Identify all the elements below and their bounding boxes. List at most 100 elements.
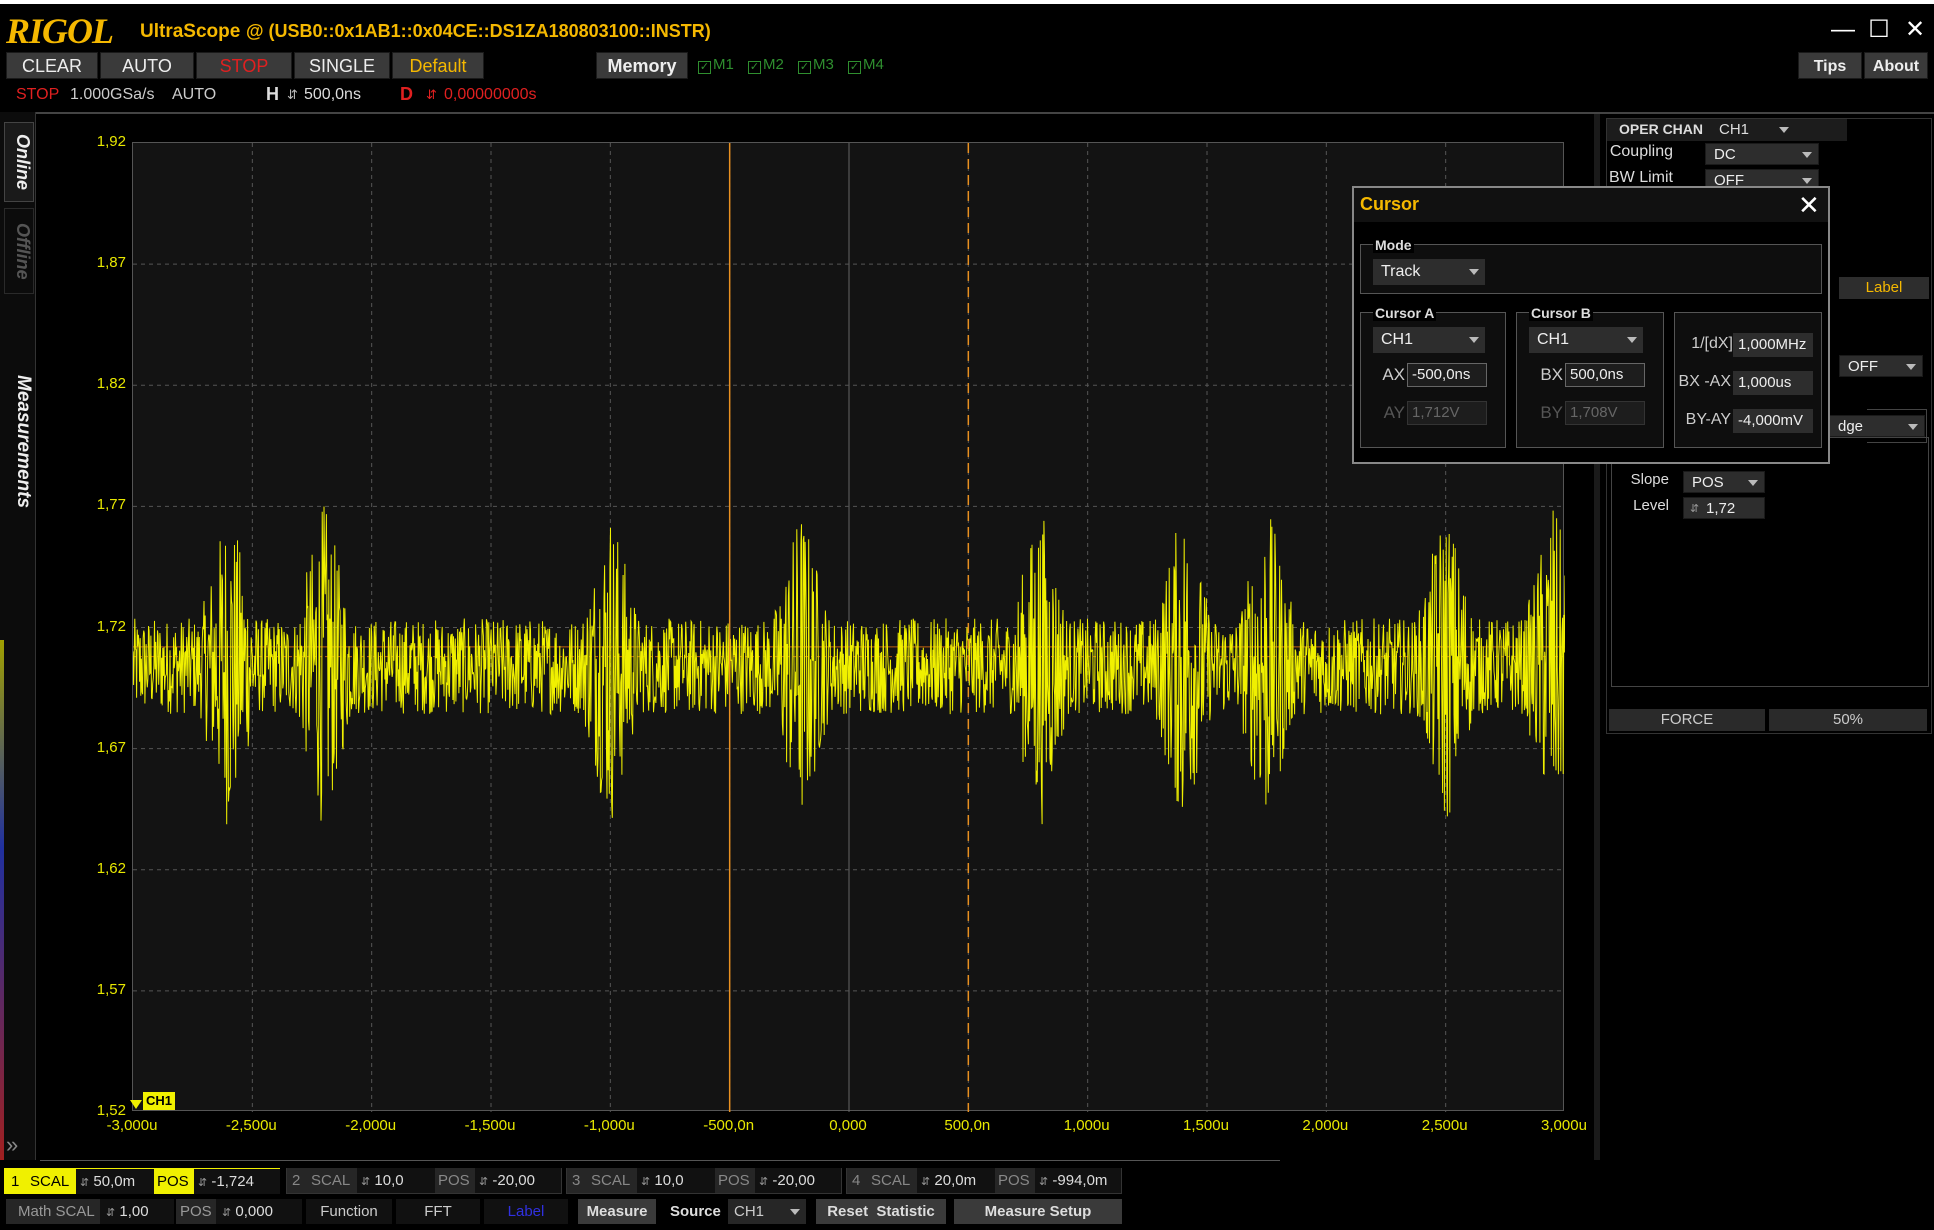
clear-button[interactable]: CLEAR — [6, 52, 98, 79]
about-button[interactable]: About — [1864, 52, 1928, 79]
scal-label: SCAL — [867, 1168, 917, 1193]
stop-button[interactable]: STOP — [196, 52, 292, 79]
delta-group: 1/[dX] 1,000MHz BX -AX 1,000us BY-AY -4,… — [1674, 312, 1822, 448]
scal-input[interactable]: ⇵ 20,0m — [917, 1168, 995, 1193]
coupling-select[interactable]: DC — [1705, 143, 1819, 165]
pos-input[interactable]: ⇵ -20,00 — [475, 1168, 561, 1193]
tips-button[interactable]: Tips — [1798, 52, 1862, 79]
off-select[interactable]: OFF — [1839, 355, 1923, 377]
minimize-icon[interactable]: — — [1828, 16, 1858, 44]
bx-input[interactable]: 500,0ns — [1565, 363, 1645, 387]
cursor-dialog-title: Cursor — [1360, 194, 1420, 214]
mode-label: Mode — [1373, 237, 1414, 253]
scal-input[interactable]: ⇵ 50,0m — [76, 1169, 154, 1194]
mode-select[interactable]: Track — [1373, 259, 1485, 285]
function-button[interactable]: Function — [306, 1199, 392, 1224]
pos-input[interactable]: ⇵ -1,724 — [194, 1169, 280, 1194]
auto-button[interactable]: AUTO — [100, 52, 194, 79]
d-value[interactable]: 0,00000000s — [444, 86, 537, 104]
ay-input: 1,712V — [1407, 401, 1487, 425]
ch1-arrow-icon — [130, 1100, 142, 1109]
x-tick-label: -2,500u — [225, 1117, 277, 1134]
math-pos-input[interactable]: ⇵ 0,000 — [216, 1199, 302, 1224]
tab-offline[interactable]: Offline — [4, 208, 34, 294]
m1-checkbox[interactable]: ✓ M1 — [698, 56, 734, 74]
math-label-button[interactable]: Label — [484, 1199, 568, 1224]
y-tick-label: 1,77 — [96, 496, 126, 514]
h-spin-icon[interactable]: ⇵ — [287, 87, 298, 103]
default-button[interactable]: Default — [392, 52, 484, 79]
close-icon[interactable]: ✕ — [1900, 16, 1930, 44]
channel-4-group: 4 SCAL ⇵ 20,0m POS ⇵ -994,0m — [846, 1168, 1122, 1194]
channel-2-group: 2 SCAL ⇵ 10,0 POS ⇵ -20,00 — [286, 1168, 562, 1194]
single-button[interactable]: SINGLE — [294, 52, 390, 79]
oper-chan-select[interactable]: CH1 — [1719, 121, 1789, 138]
chevron-down-icon — [1779, 127, 1789, 133]
fifty-percent-button[interactable]: 50% — [1769, 709, 1927, 731]
channel-3-group: 3 SCAL ⇵ 10,0 POS ⇵ -20,00 — [566, 1168, 842, 1194]
math-scal-label: Math SCAL — [6, 1199, 100, 1224]
checkmark-icon: ✓ — [748, 61, 761, 74]
app-name: UltraScope — [140, 21, 241, 42]
memory-button[interactable]: Memory — [596, 52, 688, 79]
channel-number[interactable]: 2 — [287, 1168, 307, 1193]
cursor-b-source-select[interactable]: CH1 — [1529, 327, 1643, 353]
channel-number[interactable]: 1 — [6, 1169, 26, 1194]
close-icon[interactable]: ✕ — [1798, 190, 1820, 221]
channel-color-strip — [0, 640, 4, 1160]
checkmark-icon: ✓ — [798, 61, 811, 74]
d-spin-icon[interactable]: ⇵ — [426, 87, 437, 103]
level-input[interactable]: ⇵ 1,72 — [1683, 497, 1765, 519]
m2-checkbox[interactable]: ✓ M2 — [748, 56, 784, 74]
waveform-plot[interactable] — [132, 142, 1566, 1112]
cursor-a-group: Cursor A CH1 AX -500,0ns AY 1,712V — [1360, 305, 1506, 448]
cursor-b-label: Cursor B — [1529, 305, 1593, 321]
ch1-marker[interactable]: CH1 — [143, 1092, 176, 1110]
measure-setup-button[interactable]: Measure Setup — [954, 1199, 1122, 1224]
channel-bar: 1 SCAL ⇵ 50,0m POS ⇵ -1,724 2 SCAL ⇵ 10,0 POS ⇵ -… — [4, 1168, 1124, 1194]
by-ay-value: -4,000mV — [1733, 409, 1813, 433]
trigger-type-select[interactable]: dge — [1829, 415, 1925, 437]
x-tick-label: 2,500u — [1421, 1117, 1468, 1134]
math-scal-input[interactable]: ⇵ 1,00 — [100, 1199, 174, 1224]
scal-input[interactable]: ⇵ 10,0 — [357, 1168, 435, 1193]
tab-online[interactable]: Online — [4, 122, 34, 202]
force-button[interactable]: FORCE — [1609, 709, 1765, 731]
run-state: STOP — [16, 86, 60, 103]
channel-number[interactable]: 3 — [567, 1168, 587, 1193]
scal-label: SCAL — [26, 1169, 76, 1194]
spin-icon: ⇵ — [198, 1177, 208, 1189]
measure-button[interactable]: Measure — [578, 1199, 656, 1224]
chevron-down-icon — [1627, 337, 1637, 343]
cursor-dialog-titlebar[interactable]: Cursor ✕ — [1354, 188, 1828, 222]
level-label: Level — [1633, 497, 1669, 514]
m4-checkbox[interactable]: ✓ M4 — [848, 56, 884, 74]
slope-select[interactable]: POS — [1683, 471, 1765, 493]
pos-input[interactable]: ⇵ -994,0m — [1035, 1168, 1121, 1193]
ay-label: AY — [1383, 403, 1405, 422]
tab-measurements[interactable]: Measurements — [4, 362, 34, 522]
inv-dx-label: 1/[dX] — [1691, 335, 1733, 352]
h-value[interactable]: 500,0ns — [304, 86, 361, 104]
m3-checkbox[interactable]: ✓ M3 — [798, 56, 834, 74]
source-select[interactable]: CH1 — [728, 1199, 806, 1224]
spin-icon: ⇵ — [222, 1207, 232, 1219]
channel-number[interactable]: 4 — [847, 1168, 867, 1193]
spin-icon: ⇵ — [479, 1176, 489, 1188]
chevron-down-icon — [1802, 152, 1812, 158]
maximize-icon[interactable]: ☐ — [1864, 16, 1894, 44]
cursor-a-source-select[interactable]: CH1 — [1373, 327, 1485, 353]
scal-input[interactable]: ⇵ 10,0 — [637, 1168, 715, 1193]
pos-input[interactable]: ⇵ -20,00 — [755, 1168, 841, 1193]
reset-statistic-button[interactable]: Reset Statistic — [816, 1199, 946, 1224]
title-bar: RIGOL UltraScope @ (USB0::0x1AB1::0x04CE… — [0, 0, 1934, 52]
spin-icon: ⇵ — [1690, 503, 1700, 515]
spin-icon: ⇵ — [361, 1176, 371, 1188]
expand-icon[interactable]: » — [6, 1132, 18, 1158]
bx-ax-value: 1,000us — [1733, 371, 1813, 395]
fft-button[interactable]: FFT — [396, 1199, 480, 1224]
cursor-dialog: Cursor ✕ Mode Track Cursor A CH1 AX -500… — [1352, 186, 1830, 464]
checkmark-icon: ✓ — [848, 61, 861, 74]
label-button[interactable]: Label — [1839, 277, 1929, 299]
ax-input[interactable]: -500,0ns — [1407, 363, 1487, 387]
